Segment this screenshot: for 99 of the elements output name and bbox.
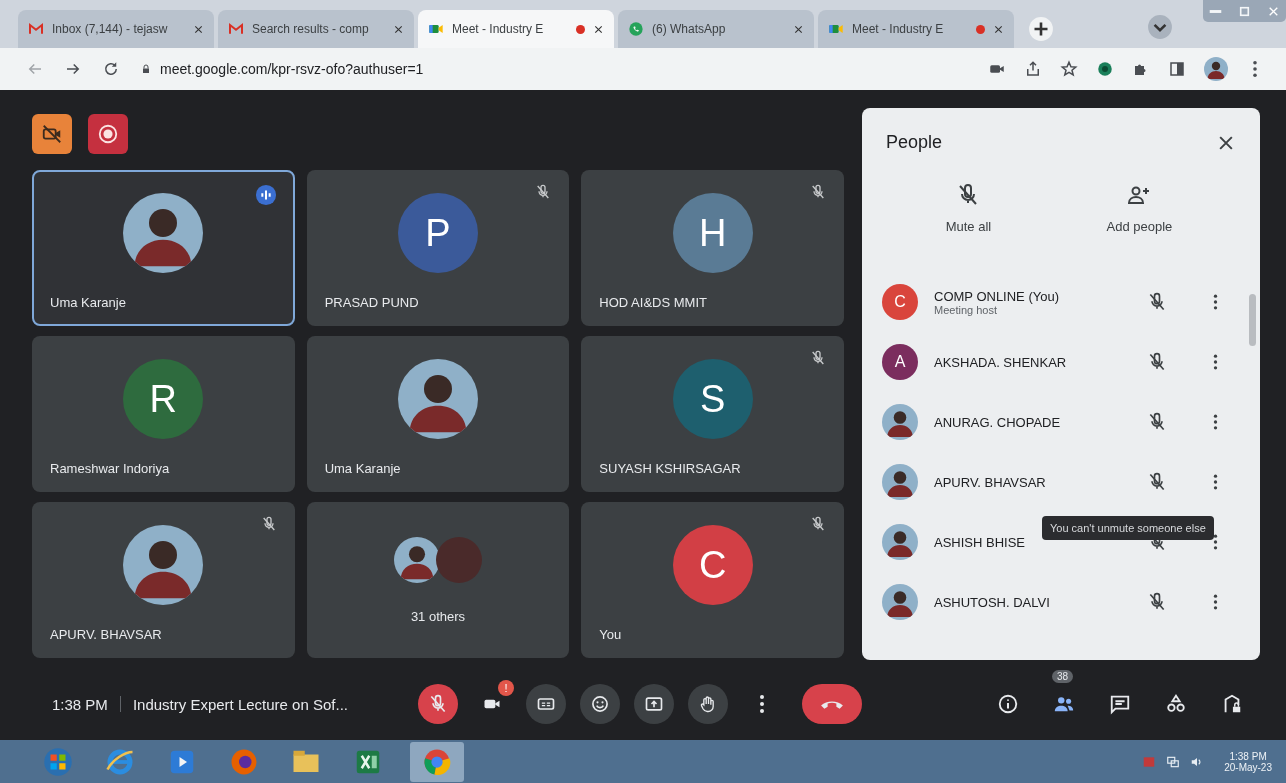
participant-name: Uma Karanje — [50, 295, 126, 310]
raise-hand-button[interactable] — [688, 684, 728, 724]
info-icon — [997, 693, 1019, 715]
more-options-icon[interactable] — [1213, 533, 1218, 551]
close-tab-icon[interactable] — [993, 23, 1004, 35]
tab-search-icon[interactable] — [1147, 14, 1173, 40]
speaking-indicator-icon — [254, 184, 277, 206]
close-tab-icon[interactable] — [593, 23, 604, 35]
avatar: H — [672, 193, 753, 273]
participant-name: AKSHADA. SHENKAR — [934, 354, 1067, 370]
avatar-photo — [436, 537, 482, 583]
leave-call-button[interactable] — [802, 684, 862, 724]
chat-bubble-icon — [628, 21, 644, 37]
avatar: C — [672, 525, 753, 605]
mic-off-icon[interactable] — [1147, 592, 1167, 612]
chat-icon — [1109, 693, 1131, 715]
mic-off-icon[interactable] — [1147, 352, 1167, 372]
clock-time: 1:38 PM — [1229, 750, 1267, 762]
participant-name: HOD AI&DS MMIT — [599, 295, 707, 310]
reload-icon[interactable] — [102, 60, 120, 78]
meeting-title: Industry Expert Lecture on Sof... — [132, 695, 348, 713]
participant-name: Rameshwar Indoriya — [50, 461, 170, 476]
mic-off-icon — [428, 694, 448, 714]
avatar: S — [672, 359, 753, 439]
avatar-photo — [882, 464, 918, 500]
url-text[interactable]: meet.google.com/kpr-rsvz-ofo?authuser=1 — [160, 61, 424, 77]
taskbar-app[interactable] — [410, 741, 464, 782]
tab-title: (6) WhatsApp — [652, 22, 727, 36]
meeting-time: 1:38 PM — [52, 695, 108, 713]
participant-name: You — [599, 627, 622, 642]
tab-title: Inbox (7,144) - tejasw — [52, 22, 169, 36]
mic-off-icon[interactable] — [1147, 472, 1167, 492]
recording-badge[interactable] — [88, 114, 128, 154]
captions-button[interactable] — [526, 684, 566, 724]
camera-off-badge[interactable] — [32, 114, 72, 154]
participant-role: Meeting host — [934, 303, 997, 316]
browser-tab[interactable]: Meet - Industry E — [418, 10, 614, 48]
mute-all-button[interactable]: Mute all — [937, 179, 1000, 238]
avatar: R — [123, 359, 204, 439]
tab-title: Search results - comp — [252, 22, 370, 36]
record-icon — [97, 123, 119, 145]
avatar: A — [882, 344, 918, 380]
network-icon[interactable] — [1166, 754, 1181, 769]
avatar: P — [398, 193, 478, 273]
participant-name: ASHUTOSH. DALVI — [934, 594, 1050, 610]
add-people-button[interactable]: Add people — [1098, 179, 1181, 238]
more-options-icon[interactable] — [1213, 473, 1218, 491]
more-options-icon[interactable] — [1213, 593, 1218, 611]
close-tab-icon[interactable] — [193, 23, 204, 35]
participant-name: SUYASH KSHIRSAGAR — [599, 461, 741, 476]
present-button[interactable] — [634, 684, 674, 724]
close-tab-icon[interactable] — [793, 23, 804, 35]
browser-tab[interactable]: Meet - Industry E — [818, 10, 1014, 48]
avatar-photo — [882, 404, 918, 440]
avatar-photo — [394, 537, 440, 583]
tab-title: Meet - Industry E — [452, 22, 545, 36]
lock-icon — [140, 63, 152, 75]
participant-name: PRASAD PUND — [324, 295, 419, 310]
microphone-button[interactable] — [418, 684, 458, 724]
browser-tab[interactable]: Search results - comp — [218, 10, 414, 48]
avatar: C — [882, 284, 918, 320]
clock-date: 20-May-23 — [1224, 761, 1272, 773]
participant-name: ASHISH BHISE — [934, 534, 1026, 550]
activities-icon — [1165, 693, 1187, 715]
reactions-button[interactable] — [580, 684, 620, 724]
camera-off-icon — [41, 123, 63, 145]
close-tab-icon[interactable] — [393, 23, 404, 35]
more-options-icon[interactable] — [1213, 413, 1218, 431]
tab-title: Meet - Industry E — [852, 22, 945, 36]
participant-name: 31 others — [409, 609, 467, 624]
participant-name: APURV. BHAVSAR — [934, 474, 1046, 490]
present-icon — [644, 694, 664, 714]
mic-off-icon[interactable] — [1147, 292, 1167, 312]
more-options-icon[interactable] — [1213, 293, 1218, 311]
profile-avatar — [1204, 57, 1228, 81]
emoji-icon — [590, 694, 610, 714]
participant-name: Uma Karanje — [324, 461, 401, 476]
participant-count: 38 — [1052, 670, 1074, 683]
scrollbar-thumb[interactable] — [1249, 294, 1256, 346]
extension-icon[interactable] — [1096, 60, 1114, 78]
new-tab-icon[interactable] — [1028, 16, 1054, 42]
participant-name: ANURAG. CHOPADE — [934, 414, 1061, 430]
more-options-icon[interactable] — [1213, 353, 1218, 371]
mail-icon — [228, 21, 244, 37]
alert-badge: ! — [498, 680, 514, 696]
avatar-photo — [882, 524, 918, 560]
mail-icon — [28, 21, 44, 37]
mic-off-icon[interactable] — [1147, 412, 1167, 432]
share-icon[interactable] — [1024, 60, 1042, 78]
participant-name: APURV. BHAVSAR — [50, 627, 162, 642]
more-icon — [759, 694, 765, 714]
side-panel-icon[interactable] — [1168, 60, 1186, 78]
participant-name: COMP ONLINE (You) — [934, 288, 1059, 304]
panel-title: People — [886, 132, 943, 153]
browser-tab[interactable]: (6) WhatsApp — [618, 10, 814, 48]
avatar-photo — [882, 584, 918, 620]
browser-tab[interactable]: Inbox (7,144) - tejasw — [18, 10, 214, 48]
star-icon[interactable] — [1060, 60, 1078, 78]
tooltip: You can't unmute someone else — [1042, 516, 1214, 540]
